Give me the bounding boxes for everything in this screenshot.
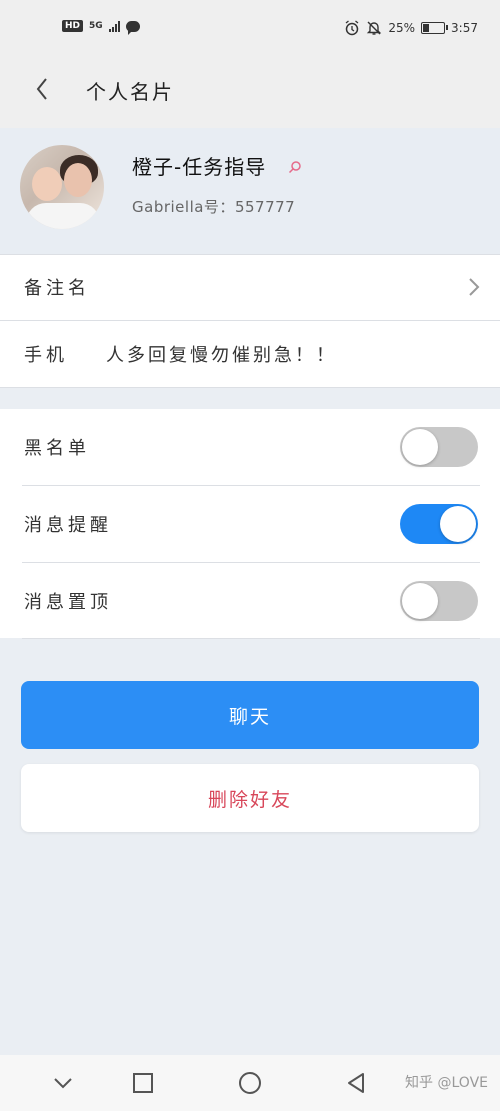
chevron-left-icon bbox=[36, 78, 47, 100]
remark-row[interactable]: 备注名 bbox=[0, 254, 500, 320]
remark-label: 备注名 bbox=[24, 278, 90, 299]
setting-row-pin: 消息置顶 bbox=[0, 563, 500, 638]
phone-value: 人多回复慢勿催别急！！ bbox=[106, 345, 337, 366]
home-circle-icon[interactable] bbox=[238, 1071, 262, 1095]
setting-row-blacklist: 黑名单 bbox=[0, 409, 500, 485]
page-title: 个人名片 bbox=[86, 80, 174, 104]
avatar[interactable] bbox=[20, 145, 104, 229]
setting-label: 消息提醒 bbox=[24, 515, 112, 536]
chat-button[interactable]: 聊天 bbox=[21, 681, 479, 749]
alarm-icon bbox=[345, 20, 359, 36]
divider bbox=[22, 638, 480, 639]
divider bbox=[0, 387, 500, 388]
user-id-label: Gabriella号： bbox=[132, 198, 235, 216]
hd-badge: HD bbox=[62, 20, 84, 32]
user-id-value: 557777 bbox=[234, 198, 296, 216]
battery-icon bbox=[421, 22, 449, 34]
signal-icon bbox=[108, 20, 120, 32]
phone-label: 手机 bbox=[24, 345, 68, 366]
status-right: 25% 3:57 bbox=[344, 20, 478, 36]
setting-label: 黑名单 bbox=[24, 438, 90, 459]
app-header: 个人名片 bbox=[0, 60, 500, 128]
setting-label: 消息置顶 bbox=[24, 591, 112, 613]
chevron-right-icon bbox=[469, 278, 480, 296]
user-id: Gabriella号：557777 bbox=[132, 196, 295, 217]
status-left: HD 5G bbox=[62, 20, 140, 35]
pin-top-toggle[interactable] bbox=[400, 580, 478, 621]
watermark: 知乎 @LOVE bbox=[405, 1075, 488, 1091]
setting-row-notify: 消息提醒 bbox=[0, 486, 500, 562]
back-triangle-icon[interactable] bbox=[344, 1071, 368, 1095]
phone-row: 手机 人多回复慢勿催别急！！ bbox=[0, 321, 500, 387]
clock: 3:57 bbox=[451, 21, 478, 35]
mute-bell-icon bbox=[367, 21, 382, 35]
delete-friend-button[interactable]: 删除好友 bbox=[21, 764, 479, 832]
profile-card: 橙子-任务指导 Gabriella号：557777 bbox=[0, 128, 500, 254]
message-notification-icon bbox=[125, 20, 140, 35]
system-nav-bar: 知乎 @LOVE bbox=[0, 1055, 500, 1111]
back-button[interactable] bbox=[32, 74, 62, 108]
nickname: 橙子-任务指导 bbox=[132, 155, 267, 179]
recents-square-icon[interactable] bbox=[131, 1071, 155, 1095]
chevron-down-icon[interactable] bbox=[51, 1071, 75, 1095]
blacklist-toggle[interactable] bbox=[400, 427, 478, 467]
search-icon[interactable] bbox=[288, 160, 302, 174]
network-type: 5G bbox=[89, 20, 103, 31]
notification-toggle[interactable] bbox=[400, 504, 478, 544]
battery-percent: 25% bbox=[388, 21, 416, 35]
status-bar: HD 5G 25% 3:57 bbox=[0, 0, 500, 60]
